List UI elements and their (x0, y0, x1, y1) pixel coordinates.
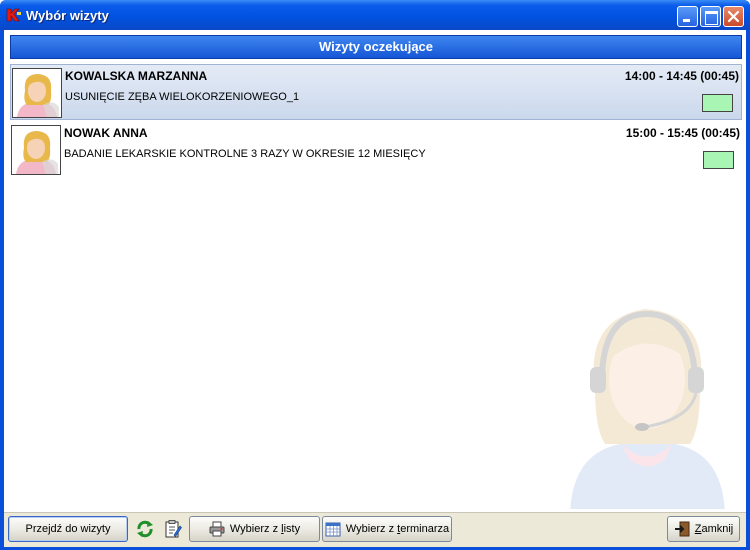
choose-from-list-label: Wybierz z listy (229, 523, 301, 535)
choose-from-schedule-label: Wybierz z terminarza (345, 523, 450, 535)
client-area: Wizyty oczekujące KOWALSKA MARZANNA 14:0… (4, 30, 746, 547)
window-title: Wybór wizyty (26, 8, 109, 23)
app-logo-icon (6, 8, 21, 22)
patient-name: KOWALSKA MARZANNA (65, 69, 208, 83)
patient-avatar (12, 68, 62, 118)
patient-name: NOWAK ANNA (64, 126, 148, 140)
choose-from-list-button[interactable]: Wybierz z listy (189, 516, 320, 542)
close-label: Zamknij (694, 523, 734, 535)
visit-time: 15:00 - 15:45 (00:45) (625, 126, 740, 140)
status-indicator (703, 151, 734, 169)
exit-door-icon (674, 521, 690, 537)
close-window-button[interactable] (723, 6, 744, 27)
close-button[interactable]: Zamknij (667, 516, 740, 542)
refresh-icon[interactable] (136, 520, 154, 538)
maximize-button[interactable] (700, 6, 721, 27)
patient-avatar (11, 125, 61, 175)
title-bar[interactable]: Wybór wizyty (0, 0, 750, 30)
maximize-icon (705, 11, 718, 25)
document-icon[interactable] (164, 520, 182, 538)
bottom-toolbar: Przejdź do wizyty Wybierz z listy Wybier… (4, 512, 746, 547)
receptionist-watermark-icon (570, 309, 725, 509)
visit-time: 14:00 - 14:45 (00:45) (624, 69, 739, 83)
close-icon (727, 10, 740, 23)
go-to-visit-button[interactable]: Przejdź do wizyty (8, 516, 128, 542)
go-to-visit-label: Przejdź do wizyty (25, 523, 111, 535)
minimize-button[interactable] (677, 6, 698, 27)
visit-description: BADANIE LEKARSKIE KONTROLNE 3 RAZY W OKR… (64, 148, 426, 160)
visit-list: KOWALSKA MARZANNA 14:00 - 14:45 (00:45) … (10, 64, 742, 509)
window: Wybór wizyty Wizyty oczekujące KOWALSKA … (0, 0, 750, 550)
visit-row[interactable]: KOWALSKA MARZANNA 14:00 - 14:45 (00:45) … (10, 64, 742, 120)
minimize-icon (683, 19, 690, 22)
choose-from-schedule-button[interactable]: Wybierz z terminarza (322, 516, 452, 542)
status-indicator (702, 94, 733, 112)
visit-description: USUNIĘCIE ZĘBA WIELOKORZENIOWEGO_1 (65, 91, 300, 103)
visit-row[interactable]: NOWAK ANNA 15:00 - 15:45 (00:45) BADANIE… (10, 122, 742, 178)
calendar-icon (325, 522, 341, 537)
printer-icon (209, 521, 225, 537)
list-header: Wizyty oczekujące (10, 35, 742, 59)
